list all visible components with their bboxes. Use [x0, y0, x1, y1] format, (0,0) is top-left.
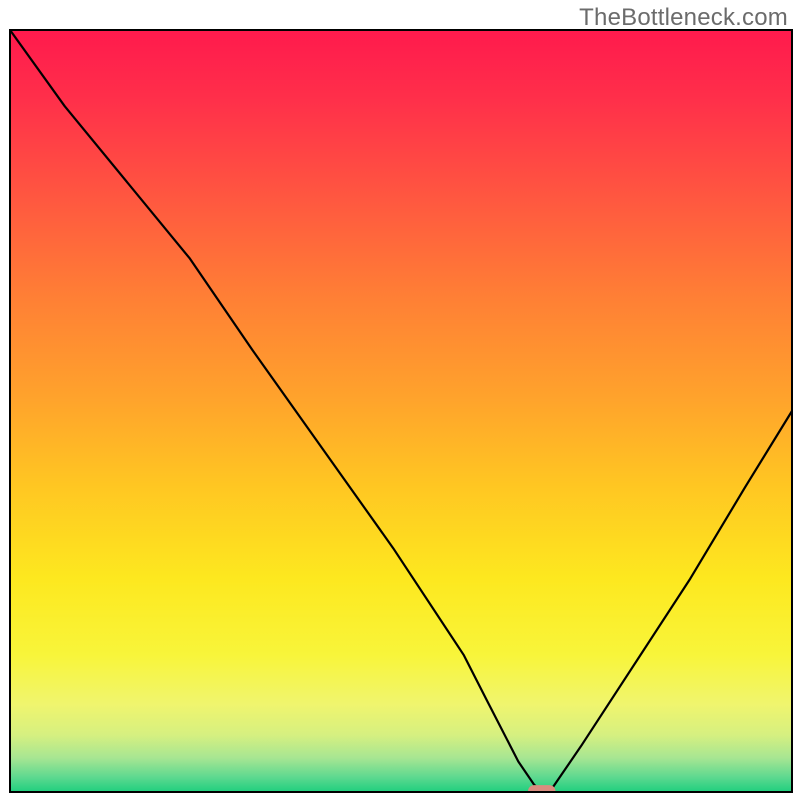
bottleneck-chart	[0, 0, 800, 800]
plot-area	[10, 30, 792, 799]
heatmap-background	[10, 30, 792, 792]
watermark-text: TheBottleneck.com	[579, 4, 788, 32]
